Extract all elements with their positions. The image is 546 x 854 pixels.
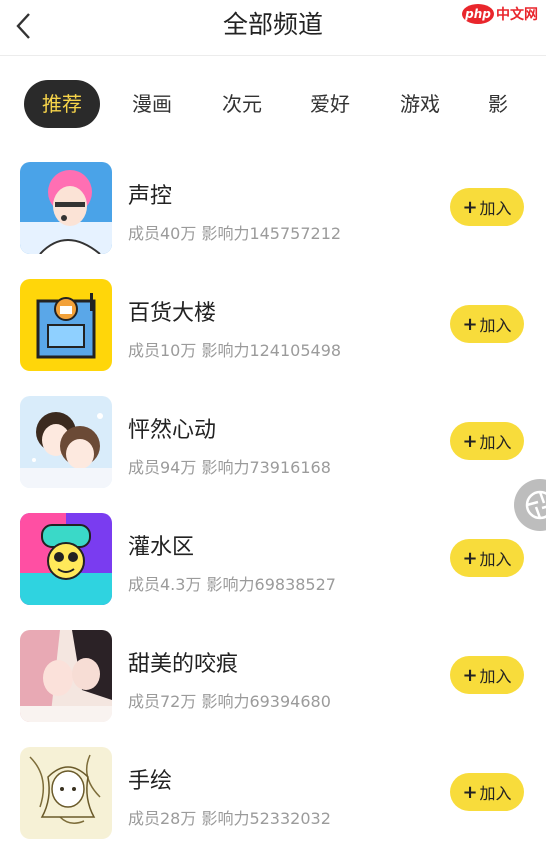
channel-stats: 成员40万 影响力145757212 (128, 224, 342, 243)
tab-dimension[interactable]: 次元 (222, 80, 262, 128)
join-button[interactable]: + 加入 (450, 188, 524, 226)
plus-icon: + (462, 664, 478, 686)
channel-thumbnail (20, 162, 112, 254)
channel-thumbnail (20, 279, 112, 371)
join-label: 加入 (479, 316, 512, 335)
plus-icon: + (462, 781, 478, 803)
tab-recommend[interactable]: 推荐 (24, 80, 100, 128)
watermark-logo: php (462, 4, 494, 24)
channel-name: 声控 (128, 184, 173, 209)
join-label: 加入 (479, 550, 512, 569)
plus-icon: + (462, 547, 478, 569)
join-button[interactable]: + 加入 (450, 773, 524, 811)
channel-name: 百货大楼 (128, 301, 217, 326)
join-button[interactable]: + 加入 (450, 422, 524, 460)
watermark-text: 中文网 (496, 7, 538, 23)
channel-thumbnail (20, 396, 112, 488)
aperture-icon (525, 490, 546, 520)
channel-stats: 成员10万 影响力124105498 (128, 341, 342, 360)
channel-name: 怦然心动 (128, 418, 217, 443)
top-bar: 全部频道 php 中文网 (0, 0, 546, 56)
plus-icon: + (462, 196, 478, 218)
tab-comics[interactable]: 漫画 (132, 80, 172, 128)
channel-name: 甜美的咬痕 (128, 652, 239, 677)
channel-stats: 成员94万 影响力73916168 (128, 458, 331, 477)
channel-thumbnail (20, 513, 112, 605)
channel-item[interactable]: 手绘 成员28万 影响力52332032 + 加入 (0, 745, 546, 841)
join-button[interactable]: + 加入 (450, 539, 524, 577)
tab-games[interactable]: 游戏 (400, 80, 440, 128)
channel-item[interactable]: 甜美的咬痕 成员72万 影响力69394680 + 加入 (0, 628, 546, 724)
channel-item[interactable]: 百货大楼 成员10万 影响力124105498 + 加入 (0, 277, 546, 373)
join-label: 加入 (479, 667, 512, 686)
join-button[interactable]: + 加入 (450, 656, 524, 694)
watermark: php 中文网 (462, 4, 538, 24)
plus-icon: + (462, 430, 478, 452)
join-button[interactable]: + 加入 (450, 305, 524, 343)
category-tabs: 推荐 漫画 次元 爱好 游戏 影 (0, 80, 546, 128)
tab-hobby[interactable]: 爱好 (310, 80, 350, 128)
tab-film[interactable]: 影 (488, 80, 508, 128)
channel-name: 手绘 (128, 769, 173, 794)
join-label: 加入 (479, 199, 512, 218)
channel-thumbnail (20, 747, 112, 839)
channel-name: 灌水区 (128, 535, 195, 560)
join-label: 加入 (479, 433, 512, 452)
plus-icon: + (462, 313, 478, 335)
channel-item[interactable]: 灌水区 成员4.3万 影响力69838527 + 加入 (0, 511, 546, 607)
channel-thumbnail (20, 630, 112, 722)
join-label: 加入 (479, 784, 512, 803)
channel-stats: 成员4.3万 影响力69838527 (128, 575, 336, 594)
channel-stats: 成员72万 影响力69394680 (128, 692, 331, 711)
channel-item[interactable]: 声控 成员40万 影响力145757212 + 加入 (0, 160, 546, 256)
channel-item[interactable]: 怦然心动 成员94万 影响力73916168 + 加入 (0, 394, 546, 490)
channel-stats: 成员28万 影响力52332032 (128, 809, 331, 828)
